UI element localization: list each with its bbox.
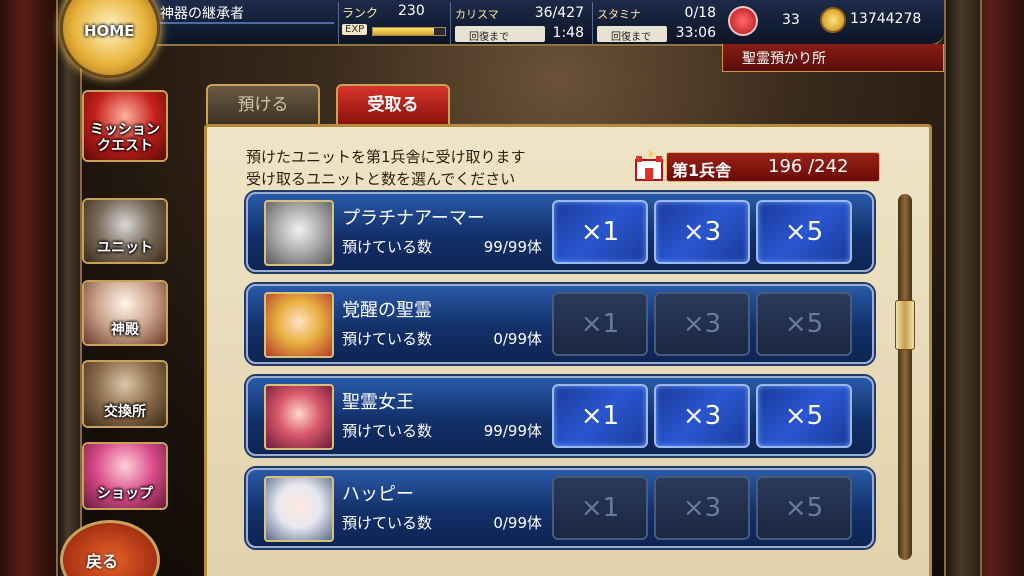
receive-x5-button[interactable]: ×5	[756, 200, 852, 264]
sidebar-item-shop[interactable]: ショップ	[82, 442, 168, 510]
sidebar-label-exchange: 交換所	[104, 404, 146, 420]
stamina-recover-label: 回復まで	[611, 32, 651, 43]
pillar-left	[56, 0, 82, 576]
deposit-count: 0/99体	[493, 330, 542, 348]
crystal-count: 33	[782, 12, 800, 28]
sidebar-label-temple: 神殿	[111, 322, 139, 338]
receive-x3-button[interactable]: ×3	[654, 476, 750, 540]
unit-row: 覚醒の聖霊 預けている数 0/99体 ×1 ×3 ×5	[246, 284, 874, 364]
curtain-left	[0, 0, 60, 576]
charisma-panel: カリスマ 36/427 回復まで 1:48	[450, 2, 590, 44]
deposit-count: 0/99体	[493, 514, 542, 532]
gold-count: 13744278	[850, 11, 922, 27]
gold-coin-icon	[820, 7, 846, 33]
rank-label: ランク	[342, 6, 379, 20]
unit-row: 聖霊女王 預けている数 99/99体 ×1 ×3 ×5	[246, 376, 874, 456]
exp-label: EXP	[342, 24, 368, 35]
sidebar-label-unit: ユニット	[97, 240, 153, 256]
barracks-count: 196 /242	[768, 156, 849, 177]
receive-x1-button[interactable]: ×1	[552, 292, 648, 356]
receive-x3-button[interactable]: ×3	[654, 384, 750, 448]
barracks-label: 第1兵舎	[672, 161, 732, 180]
deposit-count-label: 預けている数	[342, 422, 433, 440]
receive-x1-button[interactable]: ×1	[552, 476, 648, 540]
exp-bar	[372, 27, 446, 36]
deposit-count: 99/99体	[483, 238, 542, 256]
unit-name: 聖霊女王	[342, 392, 414, 413]
unit-row: ハッピー 預けている数 0/99体 ×1 ×3 ×5	[246, 468, 874, 548]
receive-x5-button[interactable]: ×5	[756, 384, 852, 448]
stamina-label: スタミナ	[597, 8, 641, 21]
pillar-right	[944, 0, 982, 576]
game-screen: 神器の継承者 ランク 230 EXP カリスマ 36/427 回復まで 1:48…	[0, 0, 1024, 576]
deposit-count-label: 預けている数	[342, 330, 433, 348]
sidebar-item-exchange[interactable]: 交換所	[82, 360, 168, 428]
unit-name: プラチナアーマー	[342, 208, 485, 229]
deposit-count-label: 預けている数	[342, 514, 433, 532]
sidebar-item-mission-quest[interactable]: ミッション クエスト	[82, 90, 168, 162]
sidebar-label-shop: ショップ	[97, 486, 153, 502]
receive-x5-button[interactable]: ×5	[756, 292, 852, 356]
scrollbar-thumb[interactable]	[895, 300, 915, 350]
platinum-armor-portrait	[264, 200, 334, 266]
player-name: 神器の継承者	[160, 6, 244, 22]
receive-x3-button[interactable]: ×3	[654, 200, 750, 264]
stamina-recover-time: 33:06	[675, 25, 716, 41]
spirit-queen-portrait	[264, 384, 334, 450]
happy-portrait	[264, 476, 334, 542]
back-label[interactable]: 戻る	[86, 548, 118, 572]
deposit-count: 99/99体	[483, 422, 542, 440]
instruction-line-1: 預けたユニットを第1兵舎に受け取ります	[246, 148, 526, 166]
name-underline	[156, 22, 334, 24]
list-scrollbar[interactable]	[898, 194, 912, 560]
charisma-recover-time: 1:48	[552, 25, 584, 41]
receive-x5-button[interactable]: ×5	[756, 476, 852, 540]
stamina-panel: スタミナ 0/18 回復まで 33:06	[592, 2, 722, 44]
location-title: 聖霊預かり所	[742, 51, 826, 67]
rank-value: 230	[398, 3, 425, 19]
crystal-icon	[728, 6, 758, 36]
home-label[interactable]: HOME	[84, 22, 134, 40]
unit-name: 覚醒の聖霊	[342, 300, 432, 321]
tab-receive[interactable]: 受取る	[336, 84, 450, 124]
unit-row: プラチナアーマー 預けている数 99/99体 ×1 ×3 ×5	[246, 192, 874, 272]
charisma-recover-label: 回復まで	[469, 32, 509, 43]
receive-x1-button[interactable]: ×1	[552, 384, 648, 448]
stamina-value: 0/18	[684, 5, 716, 21]
sidebar-item-temple[interactable]: 神殿	[82, 280, 168, 346]
unit-name: ハッピー	[342, 484, 414, 505]
charisma-value: 36/427	[534, 5, 584, 21]
sidebar-item-unit[interactable]: ユニット	[82, 198, 168, 264]
barracks-castle-icon	[635, 150, 663, 181]
instruction-line-2: 受け取るユニットと数を選んでください	[246, 170, 516, 188]
exp-bar-fill	[373, 28, 435, 35]
sidebar-label-mission-quest: ミッション クエスト	[90, 122, 160, 154]
charisma-label: カリスマ	[455, 8, 499, 21]
receive-x1-button[interactable]: ×1	[552, 200, 648, 264]
receive-x3-button[interactable]: ×3	[654, 292, 750, 356]
tab-deposit[interactable]: 預ける	[206, 84, 320, 124]
awakening-spirit-portrait	[264, 292, 334, 358]
deposit-count-label: 預けている数	[342, 238, 433, 256]
